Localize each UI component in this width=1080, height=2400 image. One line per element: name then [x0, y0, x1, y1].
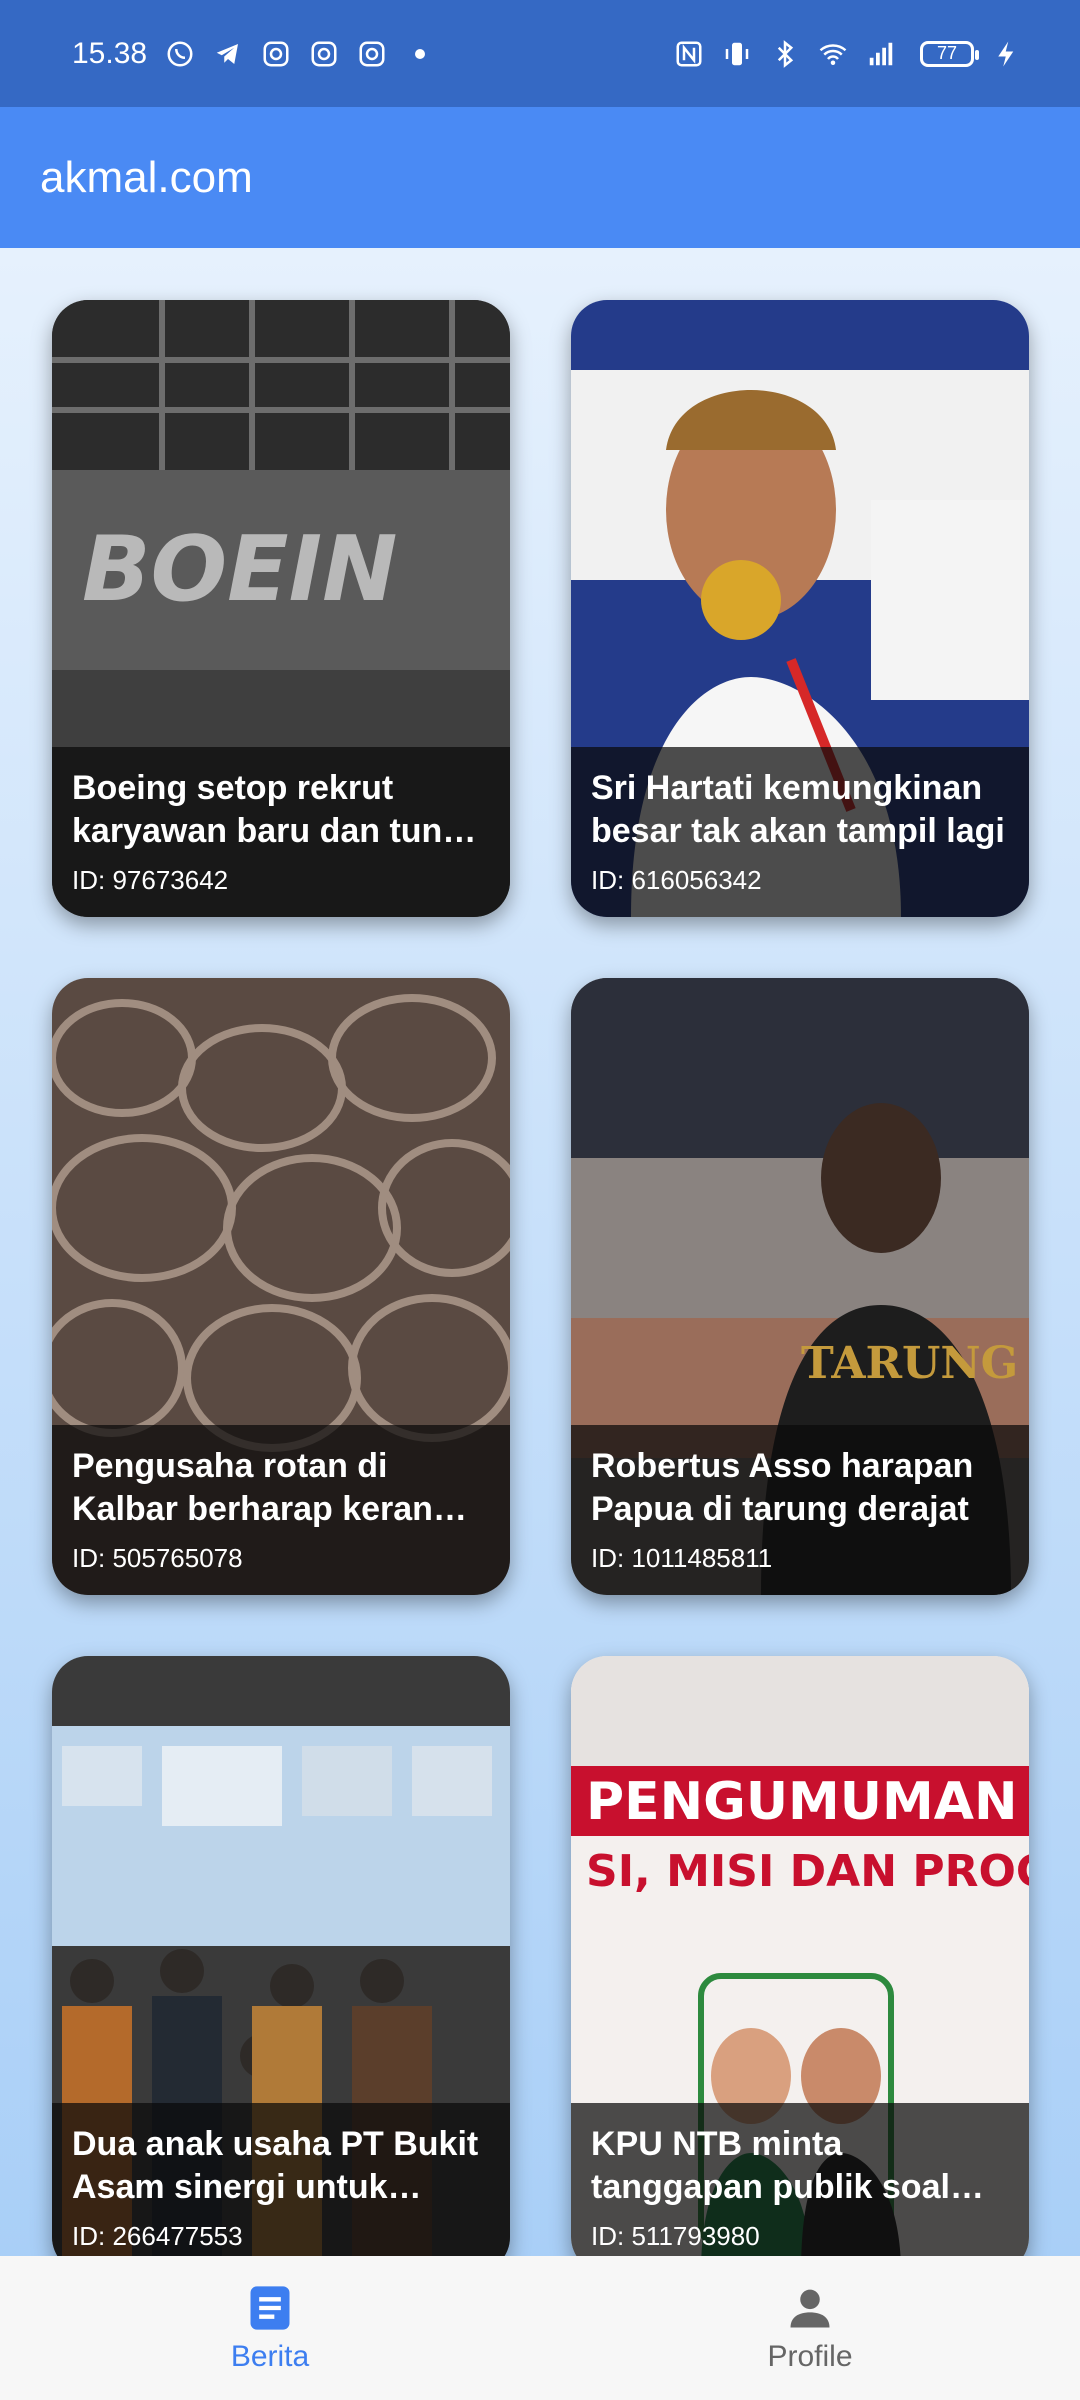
telegram-icon [213, 39, 243, 69]
card-title: KPU NTB minta tanggapan publik soal visi… [591, 2125, 950, 2206]
card-caption: Sri Hartati kemungkinan besar tak akan t… [571, 747, 1029, 917]
battery-icon: 77 [920, 40, 979, 67]
card-caption: KPU NTB minta tanggapan publik soal visi… [571, 2103, 1029, 2256]
vibrate-icon [722, 39, 752, 69]
instagram-icon [261, 39, 291, 69]
card-title: Robertus Asso harapan Papua di tarung de… [591, 1447, 974, 1528]
svg-text:PENGUMUMAN: PENGUMUMAN [586, 1772, 1018, 1832]
card-caption: Pengusaha rotan di Kalbar berharap keran… [52, 1425, 510, 1595]
instagram-icon [309, 39, 339, 69]
svg-text:TARUNG: TARUNG [801, 1338, 1018, 1389]
status-time: 15.38 [72, 36, 148, 70]
wifi-icon [818, 39, 848, 69]
news-card[interactable]: BOEIN Boeing setop rekrut karyawan baru … [52, 300, 510, 917]
nav-label-profile: Profile [767, 2340, 853, 2373]
card-id: ID: 616056342 [591, 865, 762, 895]
article-icon [244, 2282, 296, 2334]
app-title: akmal.com [40, 152, 253, 202]
whatsapp-icon [165, 39, 195, 69]
card-id: ID: 505765078 [72, 1543, 243, 1573]
news-card[interactable]: TARUNG Robertus Asso harapan Papua di ta… [571, 978, 1029, 1595]
bluetooth-icon [770, 39, 800, 69]
app-bar: akmal.com [0, 107, 1080, 248]
nfc-icon [674, 39, 704, 69]
svg-text:SI, MISI DAN PROGR: SI, MISI DAN PROGR [586, 1846, 1029, 1897]
bottom-navigation: Berita Profile [0, 2256, 1080, 2400]
news-grid: BOEIN Boeing setop rekrut karyawan baru … [52, 300, 1029, 2256]
card-id: ID: 511793980 [591, 2221, 760, 2251]
charging-icon [992, 39, 1022, 69]
nav-item-berita[interactable]: Berita [0, 2256, 540, 2400]
card-title: Pengusaha rotan di Kalbar berharap keran… [72, 1447, 433, 1528]
battery-level: 77 [936, 43, 958, 63]
card-caption: Boeing setop rekrut karyawan baru dan tu… [52, 747, 510, 917]
card-title: Dua anak usaha PT Bukit Asam sinergi unt… [72, 2125, 479, 2206]
card-id: ID: 97673642 [72, 865, 229, 895]
signal-icon [866, 39, 896, 69]
svg-text:BOEIN: BOEIN [82, 517, 397, 622]
nav-item-profile[interactable]: Profile [540, 2256, 1080, 2400]
nav-label-berita: Berita [230, 2340, 310, 2373]
person-icon [784, 2282, 836, 2334]
card-caption: Robertus Asso harapan Papua di tarung de… [571, 1425, 1029, 1595]
news-card[interactable]: Sri Hartati kemungkinan besar tak akan t… [571, 300, 1029, 917]
card-caption: Dua anak usaha PT Bukit Asam sinergi unt… [52, 2103, 510, 2256]
news-feed[interactable]: BOEIN Boeing setop rekrut karyawan baru … [0, 248, 1080, 2256]
card-id: ID: 1011485811 [591, 1543, 773, 1573]
card-title: Sri Hartati kemungkinan besar tak akan t… [591, 769, 1005, 850]
card-title: Boeing setop rekrut karyawan baru dan tu… [72, 769, 482, 850]
instagram-icon [357, 39, 387, 69]
status-bar: 15.38 77 [0, 0, 1080, 107]
news-card[interactable]: Dua anak usaha PT Bukit Asam sinergi unt… [52, 1656, 510, 2256]
news-card[interactable]: Pengusaha rotan di Kalbar berharap keran… [52, 978, 510, 1595]
news-card[interactable]: PENGUMUMAN SI, MISI DAN PROGR KPU NTB mi… [571, 1656, 1029, 2256]
card-id: ID: 266477553 [72, 2221, 243, 2251]
dot-icon [405, 39, 435, 69]
